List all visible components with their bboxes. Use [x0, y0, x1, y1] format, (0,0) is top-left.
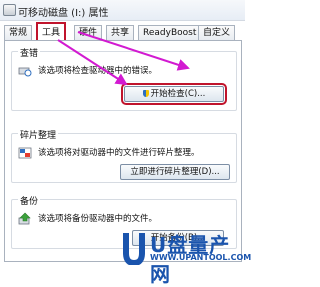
tab-hardware[interactable]: 硬件 [74, 25, 103, 40]
tab-sharing[interactable]: 共享 [106, 25, 135, 40]
watermark: U盘量产网 WWW.UPANTOOL.COM [120, 229, 251, 286]
backup-icon [18, 212, 31, 225]
error-check-icon [18, 67, 32, 77]
removable-drive-icon [3, 4, 16, 16]
shield-icon [142, 90, 149, 97]
watermark-url: WWW.UPANTOOL.COM [150, 253, 252, 262]
u-logo-icon [123, 233, 145, 265]
backup-desc: 该选项将备份驱动器中的文件。 [38, 214, 158, 224]
tab-customize[interactable]: 自定义 [198, 25, 236, 40]
error-checking-desc: 该选项将检查驱动器中的错误。 [38, 66, 158, 76]
error-checking-group: 查错 该选项将检查驱动器中的错误。 开始检查(C)... [11, 46, 237, 111]
backup-label: 备份 [18, 194, 41, 207]
title-bar: 可移动磁盘 (I:) 属性 [0, 0, 245, 21]
tab-general[interactable]: 常规 [4, 25, 33, 40]
start-check-button[interactable]: 开始检查(C)... [121, 83, 227, 105]
defrag-icon [18, 147, 32, 159]
tab-strip: 常规 工具 硬件 共享 ReadyBoost 自定义 [4, 22, 244, 42]
start-check-label: 开始检查(C)... [150, 89, 206, 99]
error-checking-label: 查错 [18, 46, 41, 59]
window-title: 可移动磁盘 (I:) 属性 [18, 8, 109, 19]
tab-readyboost[interactable]: ReadyBoost [138, 25, 202, 40]
defrag-desc: 该选项将对驱动器中的文件进行碎片整理。 [38, 148, 200, 158]
tab-tools[interactable]: 工具 [36, 22, 67, 42]
defrag-label: 碎片整理 [18, 128, 59, 141]
defrag-group: 碎片整理 该选项将对驱动器中的文件进行碎片整理。 立即进行碎片整理(D)... [11, 128, 237, 183]
defrag-now-button[interactable]: 立即进行碎片整理(D)... [120, 164, 230, 180]
